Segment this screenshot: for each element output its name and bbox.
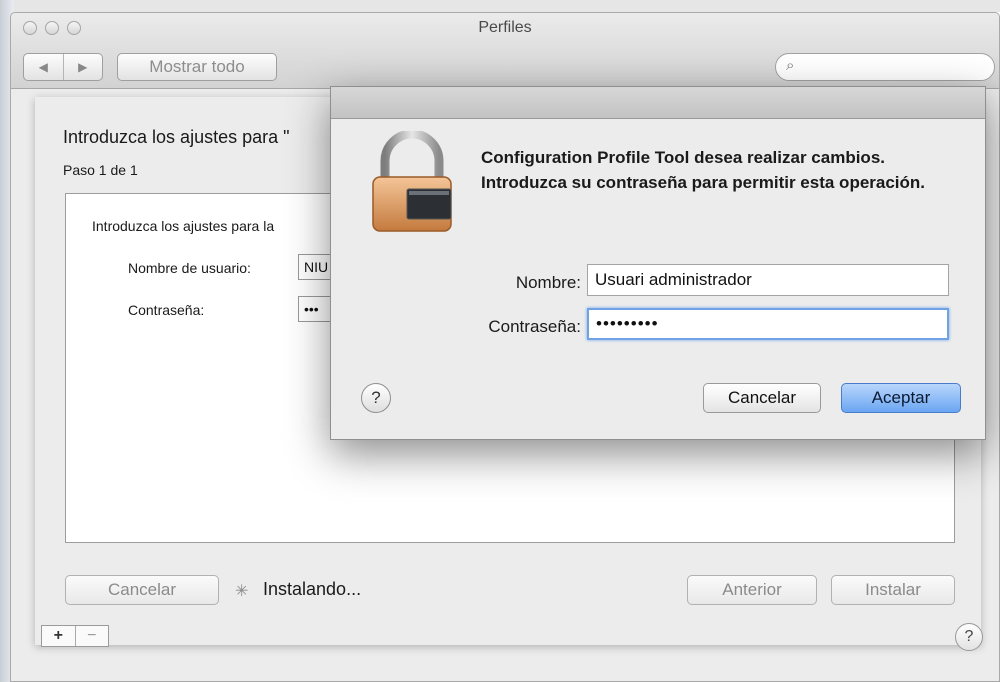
window-titlebar: Perfiles ◀ ▶ Mostrar todo ⌕ (11, 13, 999, 89)
password-label: Contraseña: (128, 302, 205, 318)
install-status: Instalando... (263, 579, 362, 599)
lock-icon (372, 131, 452, 232)
authentication-dialog: Configuration Profile Tool desea realiza… (330, 86, 986, 440)
settings-intro: Introduzca los ajustes para la (92, 218, 275, 234)
admin-password-label: Contraseña: (488, 317, 581, 336)
show-all-button[interactable]: Mostrar todo (117, 53, 277, 81)
remove-profile-button[interactable]: − (76, 626, 109, 646)
add-profile-button[interactable]: + (42, 626, 76, 646)
add-remove-control: + − (41, 625, 109, 647)
dialog-cancel-button[interactable]: Cancelar (703, 383, 821, 413)
desktop-top-strip (0, 0, 1000, 12)
search-icon: ⌕ (786, 57, 795, 74)
dialog-accept-button[interactable]: Aceptar (841, 383, 961, 413)
back-arrow-icon[interactable]: ◀ (24, 54, 64, 80)
dialog-help-button[interactable]: ? (361, 383, 391, 413)
sheet-heading: Introduzca los ajustes para " (63, 127, 290, 147)
window-title: Perfiles (478, 19, 532, 36)
dialog-message: Configuration Profile Tool desea realiza… (481, 148, 926, 192)
install-button[interactable]: Instalar (831, 575, 955, 605)
window-help-button[interactable]: ? (955, 623, 983, 651)
previous-button[interactable]: Anterior (687, 575, 817, 605)
admin-name-field[interactable]: Usuari administrador (587, 264, 949, 296)
search-field[interactable]: ⌕ (775, 53, 995, 81)
username-label: Nombre de usuario: (128, 260, 251, 276)
sheet-cancel-button[interactable]: Cancelar (65, 575, 219, 605)
back-forward-control: ◀ ▶ (23, 53, 103, 81)
admin-password-field[interactable]: ••••••••• (587, 308, 949, 340)
step-indicator: Paso 1 de 1 (63, 162, 138, 178)
name-label: Nombre: (515, 273, 581, 292)
forward-arrow-icon[interactable]: ▶ (64, 54, 103, 80)
progress-spinner-icon: ✳ (235, 583, 249, 600)
dialog-titlebar (331, 87, 985, 119)
